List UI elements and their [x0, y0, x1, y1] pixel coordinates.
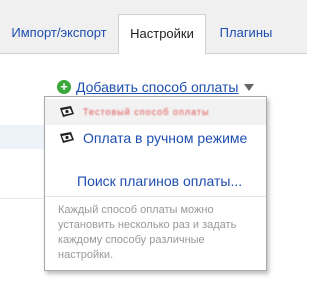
tab-plugins[interactable]: Плагины	[206, 14, 286, 54]
menu-item-label: Тестовый способ оплаты	[83, 107, 210, 117]
menu-divider	[45, 196, 266, 197]
background-list	[0, 72, 44, 282]
tab-bar: Импорт/экспорт Настройки Плагины	[0, 0, 307, 55]
add-payment-method-link[interactable]: Добавить способ оплаты	[76, 79, 238, 95]
add-payment-method-control[interactable]: + Добавить способ оплаты	[57, 78, 255, 96]
background-divider	[0, 198, 44, 199]
plus-circle-icon[interactable]: +	[57, 80, 71, 94]
menu-item-manual-payment[interactable]: Оплата в ручном режиме	[45, 125, 266, 151]
money-bill-icon	[60, 106, 74, 117]
settings-window: Импорт/экспорт Настройки Плагины + Добав…	[0, 0, 307, 289]
caret-down-icon[interactable]	[244, 83, 255, 91]
menu-item-label: Оплата в ручном режиме	[83, 130, 248, 146]
payment-method-dropdown: Тестовый способ оплаты Оплата в ручном р…	[44, 96, 267, 271]
menu-item-test-payment[interactable]: Тестовый способ оплаты	[45, 99, 266, 125]
tab-settings[interactable]: Настройки	[118, 14, 206, 55]
menu-hint-text: Каждый способ оплаты можно установить не…	[58, 204, 237, 261]
money-bill-icon	[60, 132, 74, 143]
tab-import-export[interactable]: Импорт/экспорт	[0, 14, 118, 54]
background-selected-row	[0, 125, 44, 149]
search-payment-plugins-link[interactable]: Поиск плагинов оплаты...	[77, 173, 242, 189]
